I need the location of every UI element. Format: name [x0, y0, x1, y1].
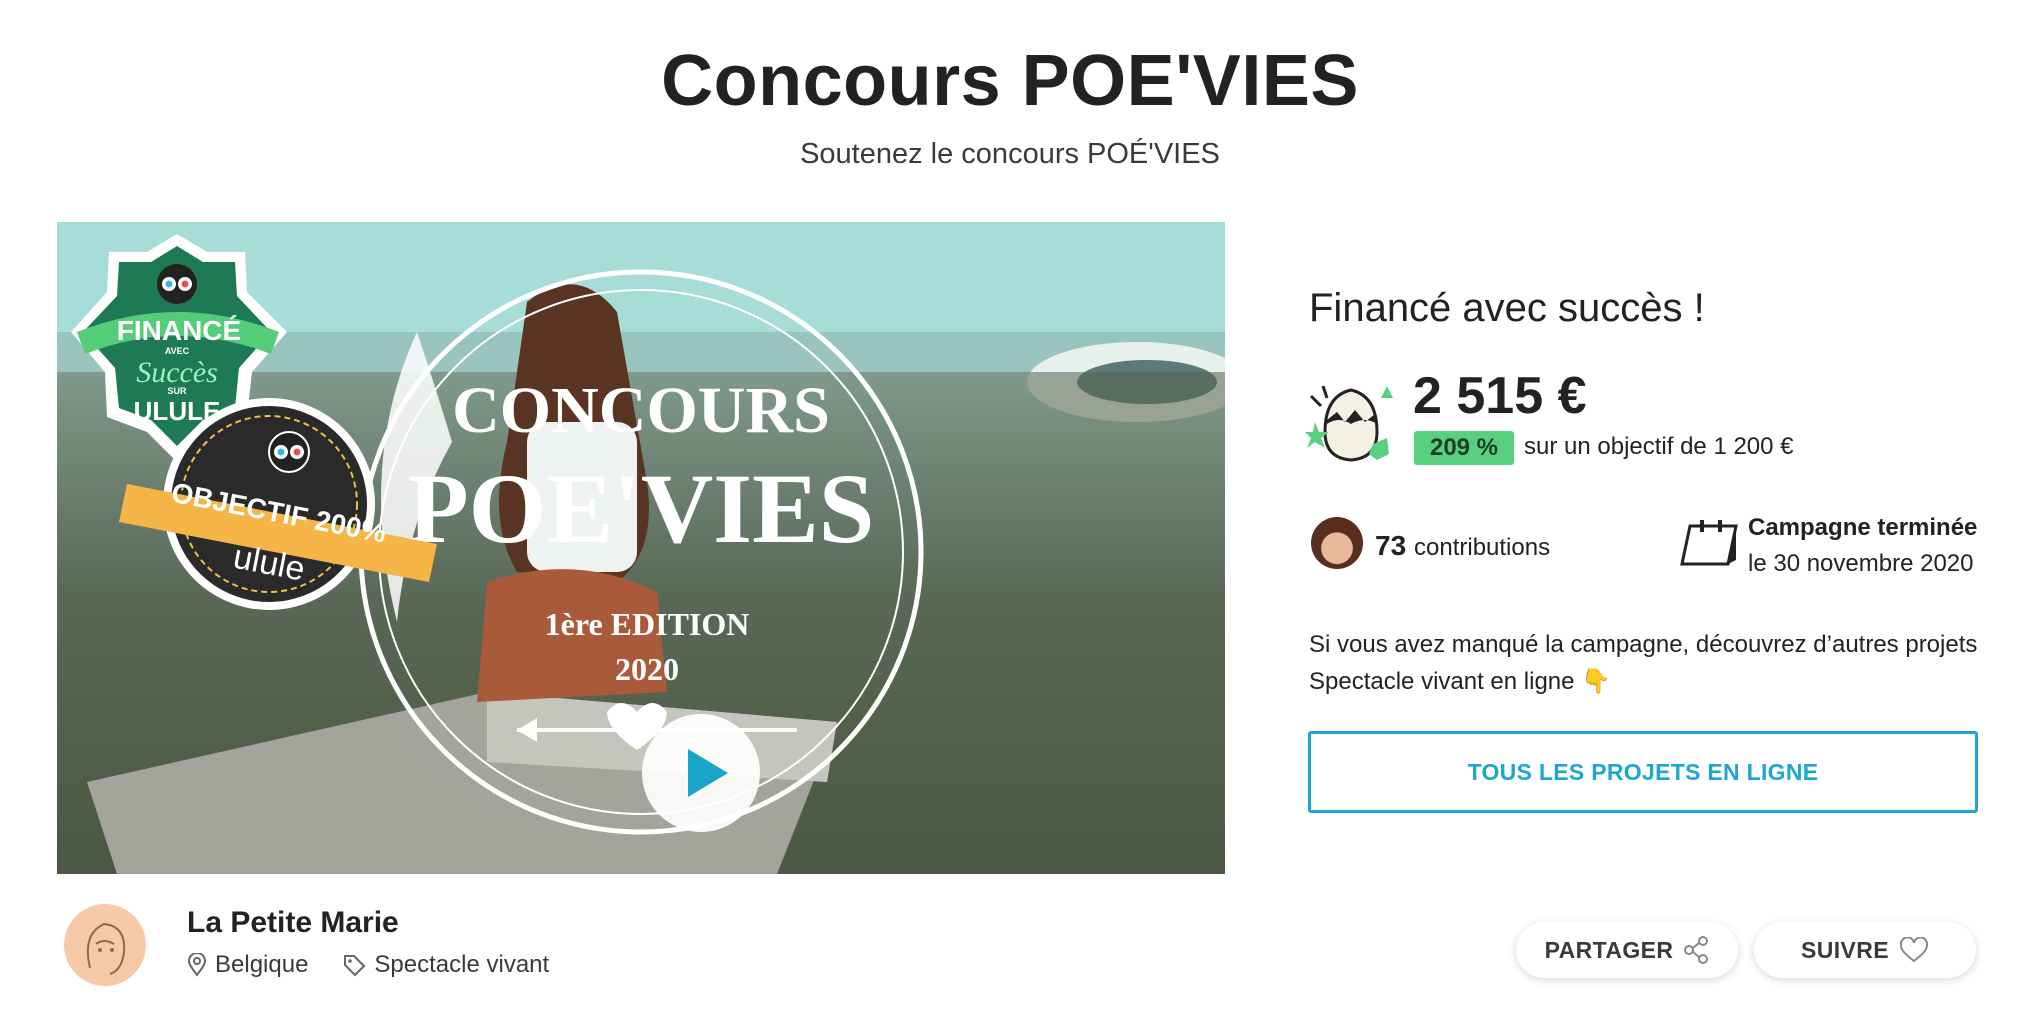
financed-badge-top: FINANCÉ	[117, 315, 241, 346]
follow-button[interactable]: SUIVRE	[1754, 922, 1976, 978]
owner-avatar-drawing	[86, 922, 126, 975]
missed-campaign-text: Si vous avez manqué la campagne, découvr…	[1309, 631, 1978, 695]
poster-title-line2: POE'VIES	[408, 453, 875, 564]
page-title: Concours POE'VIES	[661, 41, 1359, 121]
follow-button-label: SUIVRE	[1800, 936, 1890, 963]
poster-title-line1: CONCOURS	[452, 374, 830, 447]
amount-raised: 2 515 €	[1413, 367, 1587, 425]
location-item: Belgique	[187, 951, 308, 979]
poster-title-line4: 2020	[615, 651, 679, 687]
tag-icon	[344, 955, 366, 977]
location-pin-icon	[187, 953, 207, 977]
hatched-egg-icon	[1305, 385, 1393, 462]
calendar-icon	[1680, 520, 1738, 566]
contributions-label: contributions	[1414, 534, 1551, 561]
owner-name[interactable]: La Petite Marie	[187, 906, 399, 940]
share-button-label: PARTAGER	[1544, 936, 1674, 963]
share-button[interactable]: PARTAGER	[1516, 922, 1738, 978]
share-icon	[1684, 936, 1709, 964]
funded-heading: Financé avec succès !	[1309, 286, 1705, 330]
financed-badge-avec: AVEC	[165, 346, 190, 356]
owner-location: Belgique	[215, 951, 309, 978]
all-projects-button[interactable]: TOUS LES PROJETS EN LIGNE	[1308, 731, 1978, 813]
financed-badge-sur: SUR	[167, 386, 187, 396]
play-icon	[688, 749, 728, 797]
campaign-status: Campagne terminée	[1748, 514, 1978, 541]
funded-percent-badge: 209 %	[1414, 431, 1514, 465]
financed-badge-succes: Succès	[136, 356, 218, 389]
project-video[interactable]: CONCOURS POE'VIES 1ère EDITION 2020 FINA…	[57, 222, 1225, 874]
contributions-count: 73	[1375, 530, 1407, 561]
campaign-date: le 30 novembre 2020	[1748, 550, 1974, 577]
goal-text: sur un objectif de 1 200 €	[1524, 433, 1794, 460]
page-subtitle: Soutenez le concours POÉ'VIES	[800, 138, 1220, 170]
video-poster-image: CONCOURS POE'VIES 1ère EDITION 2020 FINA…	[57, 222, 1225, 874]
contributor-avatar	[1311, 517, 1363, 569]
category-item[interactable]: Spectacle vivant	[342, 951, 549, 979]
heart-icon	[1900, 937, 1929, 963]
owner-avatar[interactable]	[64, 904, 146, 986]
owner-category: Spectacle vivant	[374, 951, 550, 978]
poster-title-line3: 1ère EDITION	[545, 606, 750, 642]
play-button[interactable]	[642, 714, 760, 832]
owner-meta: Belgique Spectacle vivant	[187, 950, 583, 980]
